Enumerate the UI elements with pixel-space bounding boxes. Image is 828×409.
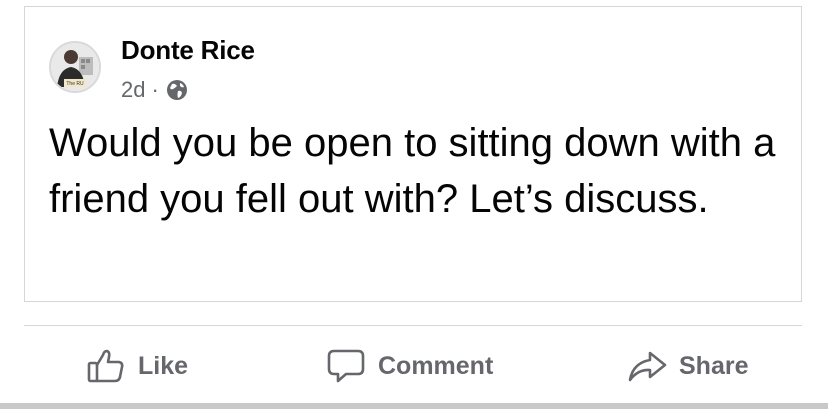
avatar[interactable]: The RU bbox=[49, 41, 101, 93]
comment-button[interactable]: Comment bbox=[326, 344, 493, 388]
author-name[interactable]: Donte Rice bbox=[121, 35, 255, 66]
thumbs-up-icon bbox=[86, 346, 126, 386]
post-text: Would you be open to sitting down with a… bbox=[49, 121, 776, 221]
meta-separator: · bbox=[151, 77, 159, 102]
comment-label: Comment bbox=[378, 351, 494, 380]
globe-icon[interactable] bbox=[165, 78, 189, 102]
share-label: Share bbox=[679, 351, 749, 380]
actions-divider bbox=[24, 325, 802, 326]
avatar-caption: The RU bbox=[66, 81, 84, 87]
post-meta: 2d · bbox=[121, 77, 189, 103]
share-button[interactable]: Share bbox=[627, 344, 748, 388]
comment-icon bbox=[326, 346, 366, 386]
like-label: Like bbox=[138, 351, 189, 380]
share-arrow-icon bbox=[627, 346, 667, 386]
like-button[interactable]: Like bbox=[86, 344, 188, 388]
avatar-image: The RU bbox=[51, 43, 99, 91]
post-card: The RU Donte Rice 2d · Would you be open… bbox=[24, 6, 802, 302]
post-timestamp[interactable]: 2d bbox=[121, 77, 145, 103]
bottom-separator bbox=[0, 403, 828, 409]
